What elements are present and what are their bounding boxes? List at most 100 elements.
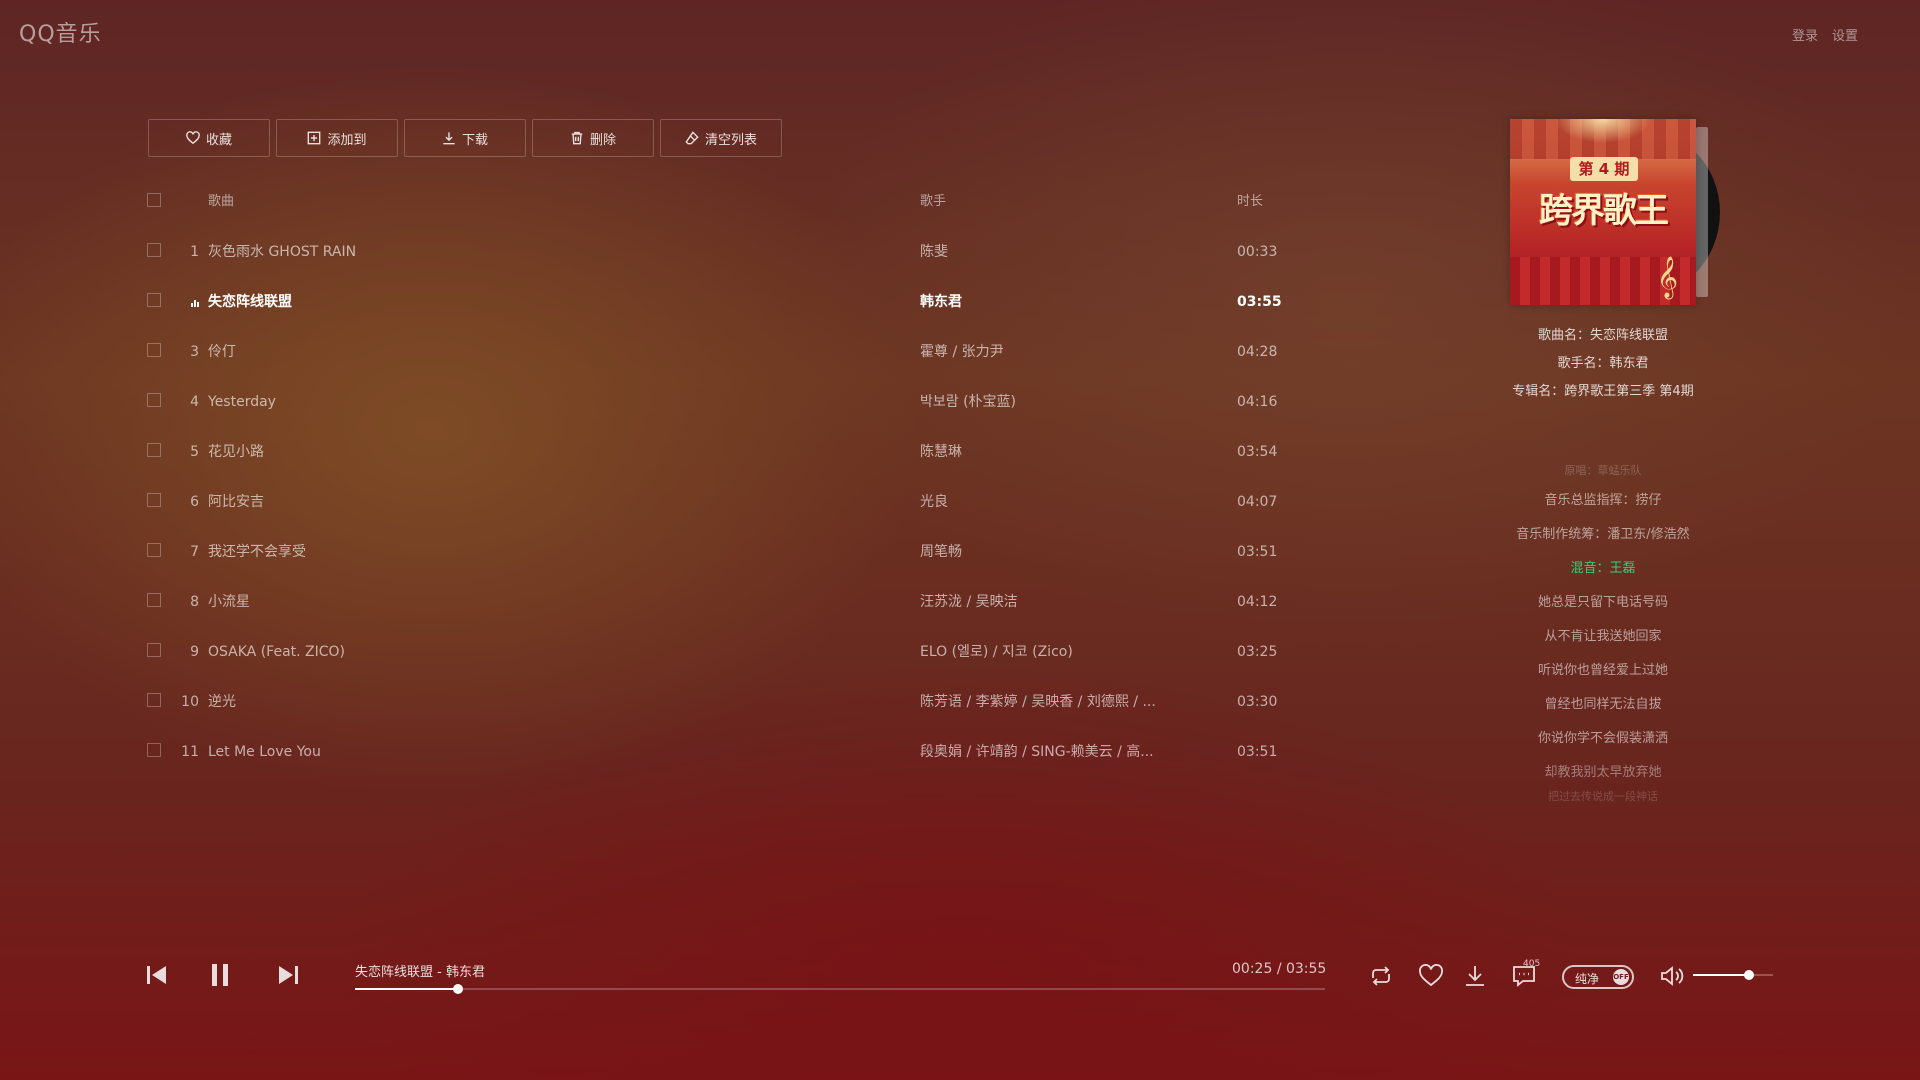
next-icon [279,966,298,984]
song-artist[interactable]: 段奥娟 / 许靖韵 / SING-赖美云 / 高... [920,731,1165,773]
song-row[interactable]: 9 OSAKA (Feat. ZICO) ELO (엘로) / 지코 (Zico) 0… [147,631,1297,681]
song-row-playing[interactable]: 失恋阵线联盟 韩东君 03:55 [147,281,1297,331]
cover-issue-label: 第 4 期 [1570,157,1638,181]
lyric-line: 音乐总监指挥：捞仔 [1544,493,1662,508]
download-song-button[interactable] [1463,964,1487,992]
song-checkbox[interactable] [147,543,161,557]
playing-indicator-icon [173,281,199,323]
song-checkbox[interactable] [147,593,161,607]
add-to-button[interactable]: 添加到 [276,119,398,157]
cover-curtain [1510,119,1696,159]
top-links: 登录 设置 [1792,25,1858,44]
song-title[interactable]: 灰色雨水 GHOST RAIN [208,231,808,273]
select-all-checkbox[interactable] [147,193,161,207]
song-checkbox[interactable] [147,393,161,407]
previous-button[interactable] [145,961,169,993]
total-time: 03:55 [1285,961,1327,977]
song-title[interactable]: 阿比安吉 [208,481,808,523]
next-button[interactable] [276,961,300,993]
song-artist[interactable]: 박보람 (朴宝蓝) [920,381,1165,423]
song-checkbox[interactable] [147,343,161,357]
song-number: 8 [190,594,199,610]
song-title[interactable]: Let Me Love You [208,731,808,773]
playback-time: 00:25 / 03:55 [1232,961,1326,977]
download-button[interactable]: 下载 [404,119,526,157]
song-artist[interactable]: 光良 [920,481,1165,523]
song-checkbox[interactable] [147,443,161,457]
song-checkbox[interactable] [147,243,161,257]
song-artist[interactable]: 陈芳语 / 李紫婷 / 吴映香 / 刘德熙 / ... [920,681,1165,723]
song-title[interactable]: 逆光 [208,681,808,723]
favorite-label: 收藏 [205,132,232,148]
song-duration: 03:30 [1237,694,1278,710]
delete-button[interactable]: 删除 [532,119,654,157]
song-title[interactable]: OSAKA (Feat. ZICO) [208,631,808,673]
repeat-button[interactable] [1367,964,1395,992]
now-playing-title: 失恋阵线联盟 - 韩东君 [355,965,485,980]
song-row[interactable]: 11 Let Me Love You 段奥娟 / 许靖韵 / SING-赖美云 / … [147,731,1297,781]
clear-list-button[interactable]: 清空列表 [660,119,782,157]
player-bar: 失恋阵线联盟 - 韩东君 00:25 / 03:55 405 纯净 OFF [0,945,1920,1005]
song-artist[interactable]: 韩东君 [920,281,1165,323]
album-cover: 第 4 期 跨界歌王 𝄞 [1510,119,1696,305]
song-title[interactable]: 我还学不会享受 [208,531,808,573]
song-artist[interactable]: 陈慧琳 [920,431,1165,473]
settings-link[interactable]: 设置 [1832,25,1858,44]
song-row[interactable]: 7 我还学不会享受 周笔畅 03:51 [147,531,1297,581]
favorite-button[interactable]: 收藏 [148,119,270,157]
login-link[interactable]: 登录 [1792,25,1818,44]
volume-fill [1693,974,1749,976]
song-row[interactable]: 1 灰色雨水 GHOST RAIN 陈斐 00:33 [147,231,1297,281]
song-checkbox[interactable] [147,643,161,657]
artist-name-text: 歌手名：韩东君 [1557,356,1649,371]
song-title[interactable]: 花见小路 [208,431,808,473]
song-number: 11 [181,744,199,760]
lyric-line: 音乐制作统筹：潘卫东/修浩然 [1516,527,1690,542]
song-artist[interactable]: 周笔畅 [920,531,1165,573]
song-info: 歌曲名：失恋阵线联盟 歌手名：韩东君 专辑名：跨界歌王第三季 第4期 [1503,322,1703,406]
song-duration: 04:07 [1237,494,1278,510]
song-row[interactable]: 6 阿比安吉 光良 04:07 [147,481,1297,531]
progress-bar[interactable] [355,984,1325,994]
song-row[interactable]: 4 Yesterday 박보람 (朴宝蓝) 04:16 [147,381,1297,431]
pure-mode-toggle[interactable]: 纯净 OFF [1562,965,1634,989]
song-number: 10 [181,694,199,710]
song-duration: 04:28 [1237,344,1278,360]
volume-slider[interactable] [1693,970,1773,980]
song-artist[interactable]: 陈斐 [920,231,1165,273]
volume-handle[interactable] [1744,970,1754,980]
song-row[interactable]: 3 伶仃 霍尊 / 张力尹 04:28 [147,331,1297,381]
song-duration: 03:25 [1237,644,1278,660]
song-checkbox[interactable] [147,693,161,707]
comment-count-badge: 405 [1523,959,1541,969]
volume-button[interactable] [1659,964,1687,992]
song-checkbox[interactable] [147,743,161,757]
clear-list-label: 清空列表 [704,132,757,148]
song-checkbox[interactable] [147,493,161,507]
song-title[interactable]: Yesterday [208,381,808,423]
song-title[interactable]: 失恋阵线联盟 [208,281,808,323]
pause-button[interactable] [208,961,232,993]
song-artist[interactable]: 汪苏泷 / 吴映洁 [920,581,1165,623]
previous-icon [147,966,166,984]
download-label: 下载 [461,132,488,148]
progress-fill [355,988,458,990]
lyric-line: 却教我别太早放弃她 [1544,765,1662,780]
toolbar: 收藏 添加到 下载 删除 清空列表 [148,119,782,157]
treble-clef-icon: 𝄞 [1656,257,1678,298]
song-row[interactable]: 5 花见小路 陈慧琳 03:54 [147,431,1297,481]
song-row[interactable]: 8 小流星 汪苏泷 / 吴映洁 04:12 [147,581,1297,631]
lyrics-panel: 原唱：草蜢乐队 音乐总监指挥：捞仔 音乐制作统筹：潘卫东/修浩然 混音：王磊 她… [1478,458,1728,804]
song-artist[interactable]: 霍尊 / 张力尹 [920,331,1165,373]
progress-handle[interactable] [452,984,463,994]
song-list: 歌曲 歌手 时长 1 灰色雨水 GHOST RAIN 陈斐 00:33 失恋阵线联盟 韩东… [147,181,1297,781]
column-duration-header: 时长 [1237,194,1264,209]
song-duration: 03:54 [1237,444,1278,460]
song-title[interactable]: 伶仃 [208,331,808,373]
song-artist[interactable]: ELO (엘로) / 지코 (Zico) [920,631,1165,673]
song-row[interactable]: 10 逆光 陈芳语 / 李紫婷 / 吴映香 / 刘德熙 / ... 03:30 [147,681,1297,731]
song-checkbox[interactable] [147,293,161,307]
song-title[interactable]: 小流星 [208,581,808,623]
disc-edge [1696,127,1708,297]
like-button[interactable] [1418,964,1444,992]
